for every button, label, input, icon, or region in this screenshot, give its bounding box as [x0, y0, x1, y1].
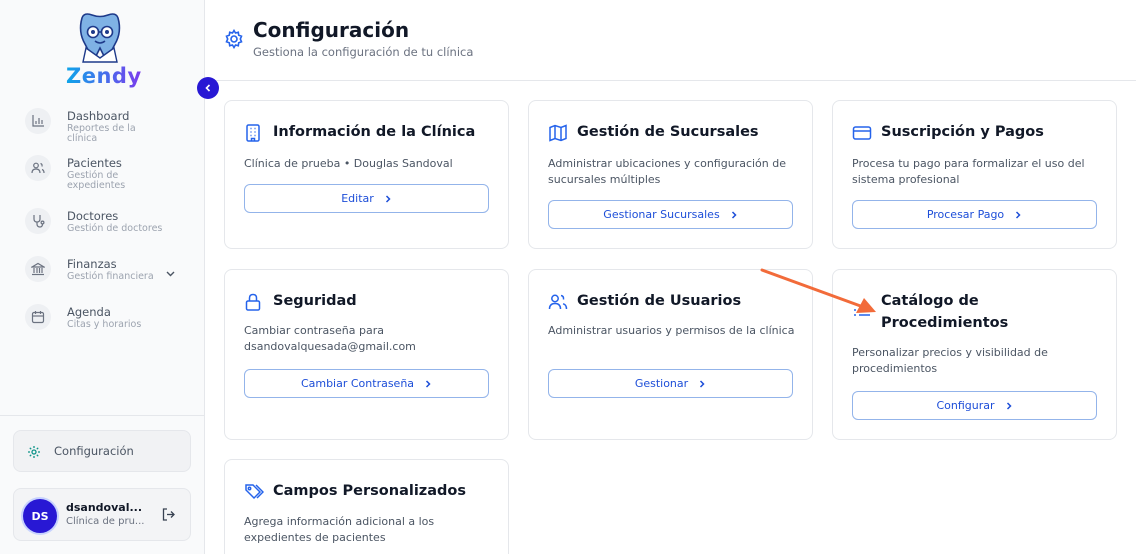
- sidebar-item-sub: Reportes de la clínica: [67, 123, 136, 144]
- bank-icon: [25, 256, 51, 282]
- sidebar-item-sub: Gestión de expedientes: [67, 170, 126, 191]
- card-custom-fields: Campos Personalizados Agrega información…: [224, 459, 509, 554]
- button-label: Gestionar Sucursales: [603, 208, 720, 221]
- card-description: Administrar usuarios y permisos de la cl…: [548, 324, 795, 337]
- configure-procedures-button[interactable]: Configurar: [852, 391, 1097, 420]
- sidebar-item-label: Dashboard: [67, 109, 130, 123]
- sidebar-divider: [0, 415, 204, 416]
- card-description: Procesa tu pago para formalizar el uso d…: [852, 157, 1085, 186]
- sidebar-config-label: Configuración: [54, 444, 134, 458]
- edit-clinic-button[interactable]: Editar: [244, 184, 489, 213]
- logout-icon[interactable]: [161, 507, 176, 526]
- user-name: dsandoval...: [66, 501, 143, 514]
- card-title: Suscripción y Pagos: [881, 124, 1044, 140]
- card-description: Clínica de prueba • Douglas Sandoval: [244, 157, 453, 170]
- page-subtitle: Gestiona la configuración de tu clínica: [253, 45, 474, 59]
- card-title: Campos Personalizados: [273, 483, 467, 499]
- sidebar-item-label: Doctores: [67, 209, 119, 223]
- gear-icon: [224, 28, 244, 53]
- stethoscope-icon: [25, 208, 51, 234]
- button-label: Gestionar: [634, 377, 689, 390]
- manage-users-button[interactable]: Gestionar: [548, 369, 793, 398]
- chevron-right-icon: [700, 379, 705, 388]
- card-branches: Gestión de Sucursales Administrar ubicac…: [528, 100, 813, 249]
- sidebar-item-configuracion[interactable]: Configuración: [13, 430, 191, 472]
- card-procedures-catalog: Catálogo de Procedimientos Personalizar …: [832, 269, 1117, 440]
- chevron-right-icon: [1016, 210, 1021, 219]
- sidebar-item-label: Finanzas: [67, 257, 117, 271]
- card-clinic-info: Información de la Clínica Clínica de pru…: [224, 100, 509, 249]
- button-label: Cambiar Contraseña: [300, 377, 415, 390]
- chevron-right-icon: [731, 210, 737, 219]
- map-icon: [548, 123, 568, 147]
- user-clinic: Clínica de pru...: [66, 516, 145, 527]
- user-card[interactable]: DS dsandoval... Clínica de pru...: [13, 488, 191, 541]
- sidebar-item-agenda[interactable]: Agenda Citas y horarios: [23, 302, 188, 342]
- card-description: Agrega información adicional a los exped…: [244, 515, 435, 544]
- users-icon: [548, 292, 568, 316]
- sidebar-item-sub: Gestión de doctores: [67, 223, 163, 234]
- tags-icon: [244, 482, 265, 506]
- button-label: Configurar: [936, 399, 995, 412]
- chevron-right-icon: [1006, 401, 1012, 410]
- sidebar-item-sub: Gestión financiera: [67, 271, 154, 282]
- avatar: DS: [23, 499, 57, 533]
- building-icon: [244, 123, 262, 147]
- bar-chart-icon: [25, 108, 51, 134]
- card-title: Seguridad: [273, 293, 357, 309]
- card-description: Personalizar precios y visibilidad de pr…: [852, 346, 1048, 375]
- logo-text: Zendy: [66, 64, 142, 88]
- process-payment-button[interactable]: Procesar Pago: [852, 200, 1097, 229]
- card-users: Gestión de Usuarios Administrar usuarios…: [528, 269, 813, 440]
- button-label: Editar: [341, 192, 374, 205]
- card-description: Administrar ubicaciones y configuración …: [548, 157, 786, 186]
- credit-card-icon: [852, 123, 872, 147]
- chevron-right-icon: [426, 379, 431, 388]
- button-label: Procesar Pago: [926, 208, 1005, 221]
- chevron-left-icon: [205, 84, 211, 92]
- lock-icon: [244, 292, 262, 316]
- page-title: Configuración: [253, 18, 410, 42]
- card-title: Catálogo de Procedimientos: [881, 293, 1009, 331]
- sidebar-item-label: Pacientes: [67, 156, 122, 170]
- chevron-right-icon: [385, 194, 391, 203]
- gear-icon: [27, 444, 41, 463]
- sidebar: Zendy Dashboard Reportes de la clínica P…: [0, 0, 205, 554]
- card-security: Seguridad Cambiar contraseña para dsando…: [224, 269, 509, 440]
- card-title: Gestión de Usuarios: [577, 293, 742, 309]
- chevron-down-icon[interactable]: [165, 264, 176, 283]
- change-password-button[interactable]: Cambiar Contraseña: [244, 369, 489, 398]
- sidebar-item-dashboard[interactable]: Dashboard Reportes de la clínica: [23, 106, 188, 146]
- sidebar-item-finanzas[interactable]: Finanzas Gestión financiera: [23, 254, 188, 294]
- calendar-icon: [25, 304, 51, 330]
- card-title: Información de la Clínica: [273, 124, 476, 140]
- sidebar-item-label: Agenda: [67, 305, 111, 319]
- sidebar-item-sub: Citas y horarios: [67, 319, 142, 330]
- page-header: Configuración Gestiona la configuración …: [205, 0, 1136, 81]
- manage-branches-button[interactable]: Gestionar Sucursales: [548, 200, 793, 229]
- sidebar-item-pacientes[interactable]: Pacientes Gestión de expedientes: [23, 153, 188, 193]
- users-icon: [25, 155, 51, 181]
- sidebar-item-doctores[interactable]: Doctores Gestión de doctores: [23, 206, 188, 246]
- card-description: Cambiar contraseña para dsandovalquesada…: [244, 324, 416, 353]
- collapse-sidebar-button[interactable]: [197, 77, 219, 99]
- card-subscription: Suscripción y Pagos Procesa tu pago para…: [832, 100, 1117, 249]
- list-icon: [852, 306, 872, 325]
- card-title: Gestión de Sucursales: [577, 124, 759, 140]
